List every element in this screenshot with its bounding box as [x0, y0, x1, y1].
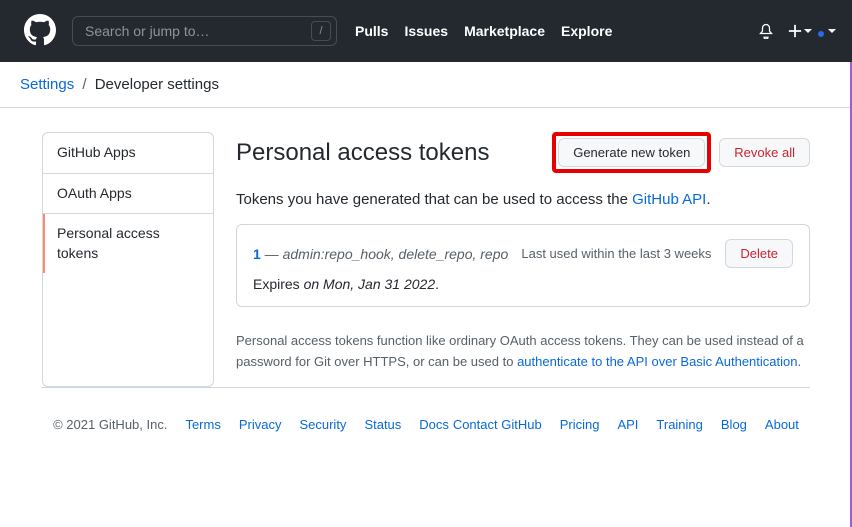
content: Personal access tokens Generate new toke… — [236, 132, 810, 387]
user-menu[interactable] — [826, 29, 836, 33]
caret-down-icon — [804, 29, 812, 33]
plus-icon — [788, 24, 802, 38]
footer-blog[interactable]: Blog — [721, 417, 747, 432]
footer-row-1: © 2021 GitHub, Inc. Terms Privacy Securi… — [53, 417, 449, 432]
nav-pulls[interactable]: Pulls — [355, 23, 388, 39]
token-left: 1 — admin:repo_hook, delete_repo, repo — [253, 246, 521, 262]
github-logo[interactable] — [24, 14, 56, 49]
footer-privacy[interactable]: Privacy — [239, 417, 282, 432]
primary-nav: Pulls Issues Marketplace Explore — [355, 23, 612, 39]
bell-icon — [758, 23, 774, 39]
footer-status[interactable]: Status — [364, 417, 401, 432]
content-head: Personal access tokens Generate new toke… — [236, 132, 810, 173]
github-api-link[interactable]: GitHub API — [632, 191, 706, 208]
search-input[interactable] — [72, 16, 337, 46]
top-header: / Pulls Issues Marketplace Explore — [0, 0, 852, 62]
footer-pricing[interactable]: Pricing — [560, 417, 600, 432]
header-right — [758, 23, 836, 39]
footer-api[interactable]: API — [617, 417, 638, 432]
generate-new-token-button[interactable]: Generate new token — [558, 138, 705, 167]
token-dash: — — [261, 246, 283, 262]
expires-date: on Mon, Jan 31 2022 — [304, 276, 436, 292]
token-expires: Expires on Mon, Jan 31 2022. — [253, 276, 793, 292]
page-title: Personal access tokens — [236, 139, 552, 167]
footer-contact[interactable]: Contact GitHub — [453, 417, 542, 432]
nav-marketplace[interactable]: Marketplace — [464, 23, 545, 39]
subtext-post: . — [706, 191, 710, 208]
revoke-all-button[interactable]: Revoke all — [719, 138, 810, 167]
token-box: 1 — admin:repo_hook, delete_repo, repo L… — [236, 224, 810, 307]
sidebar-item-pat[interactable]: Personal access tokens — [43, 214, 213, 273]
footer-copyright: © 2021 GitHub, Inc. — [53, 417, 167, 432]
footer: © 2021 GitHub, Inc. Terms Privacy Securi… — [0, 388, 852, 442]
basic-auth-link[interactable]: authenticate to the API over Basic Authe… — [517, 354, 797, 369]
sidebar-item-oauth-apps[interactable]: OAuth Apps — [43, 174, 213, 215]
pat-description: Personal access tokens function like ord… — [236, 331, 810, 373]
subtext-pre: Tokens you have generated that can be us… — [236, 191, 632, 208]
tokens-subtext: Tokens you have generated that can be us… — [236, 191, 810, 208]
github-mark-icon — [24, 14, 56, 46]
breadcrumb-current: Developer settings — [95, 76, 219, 93]
breadcrumb-settings[interactable]: Settings — [20, 76, 74, 93]
notifications-button[interactable] — [758, 23, 774, 39]
search-wrap: / — [72, 16, 337, 46]
footer-security[interactable]: Security — [299, 417, 346, 432]
footer-row-2: Contact GitHub Pricing API Training Blog… — [453, 417, 799, 432]
sidebar: GitHub Apps OAuth Apps Personal access t… — [42, 132, 214, 387]
sidebar-item-github-apps[interactable]: GitHub Apps — [43, 133, 213, 174]
slash-hint: / — [311, 21, 331, 41]
caret-down-icon — [828, 29, 836, 33]
unread-dot-icon — [816, 29, 826, 39]
desc-post: . — [797, 354, 801, 369]
token-scopes: admin:repo_hook, delete_repo, repo — [283, 246, 509, 262]
footer-docs[interactable]: Docs — [419, 417, 449, 432]
footer-terms[interactable]: Terms — [185, 417, 220, 432]
breadcrumb-sep: / — [82, 76, 86, 93]
token-last-used: Last used within the last 3 weeks — [521, 246, 711, 261]
delete-token-button[interactable]: Delete — [725, 239, 793, 268]
expires-post: . — [435, 276, 439, 292]
create-menu[interactable] — [788, 24, 812, 38]
token-row: 1 — admin:repo_hook, delete_repo, repo L… — [253, 239, 793, 268]
nav-issues[interactable]: Issues — [404, 23, 448, 39]
footer-about[interactable]: About — [765, 417, 799, 432]
breadcrumb: Settings / Developer settings — [0, 62, 852, 107]
expires-pre: Expires — [253, 276, 304, 292]
highlight-annotation: Generate new token — [552, 132, 711, 173]
footer-training[interactable]: Training — [656, 417, 702, 432]
main-layout: GitHub Apps OAuth Apps Personal access t… — [0, 108, 852, 387]
nav-explore[interactable]: Explore — [561, 23, 612, 39]
token-name-link[interactable]: 1 — [253, 246, 261, 262]
